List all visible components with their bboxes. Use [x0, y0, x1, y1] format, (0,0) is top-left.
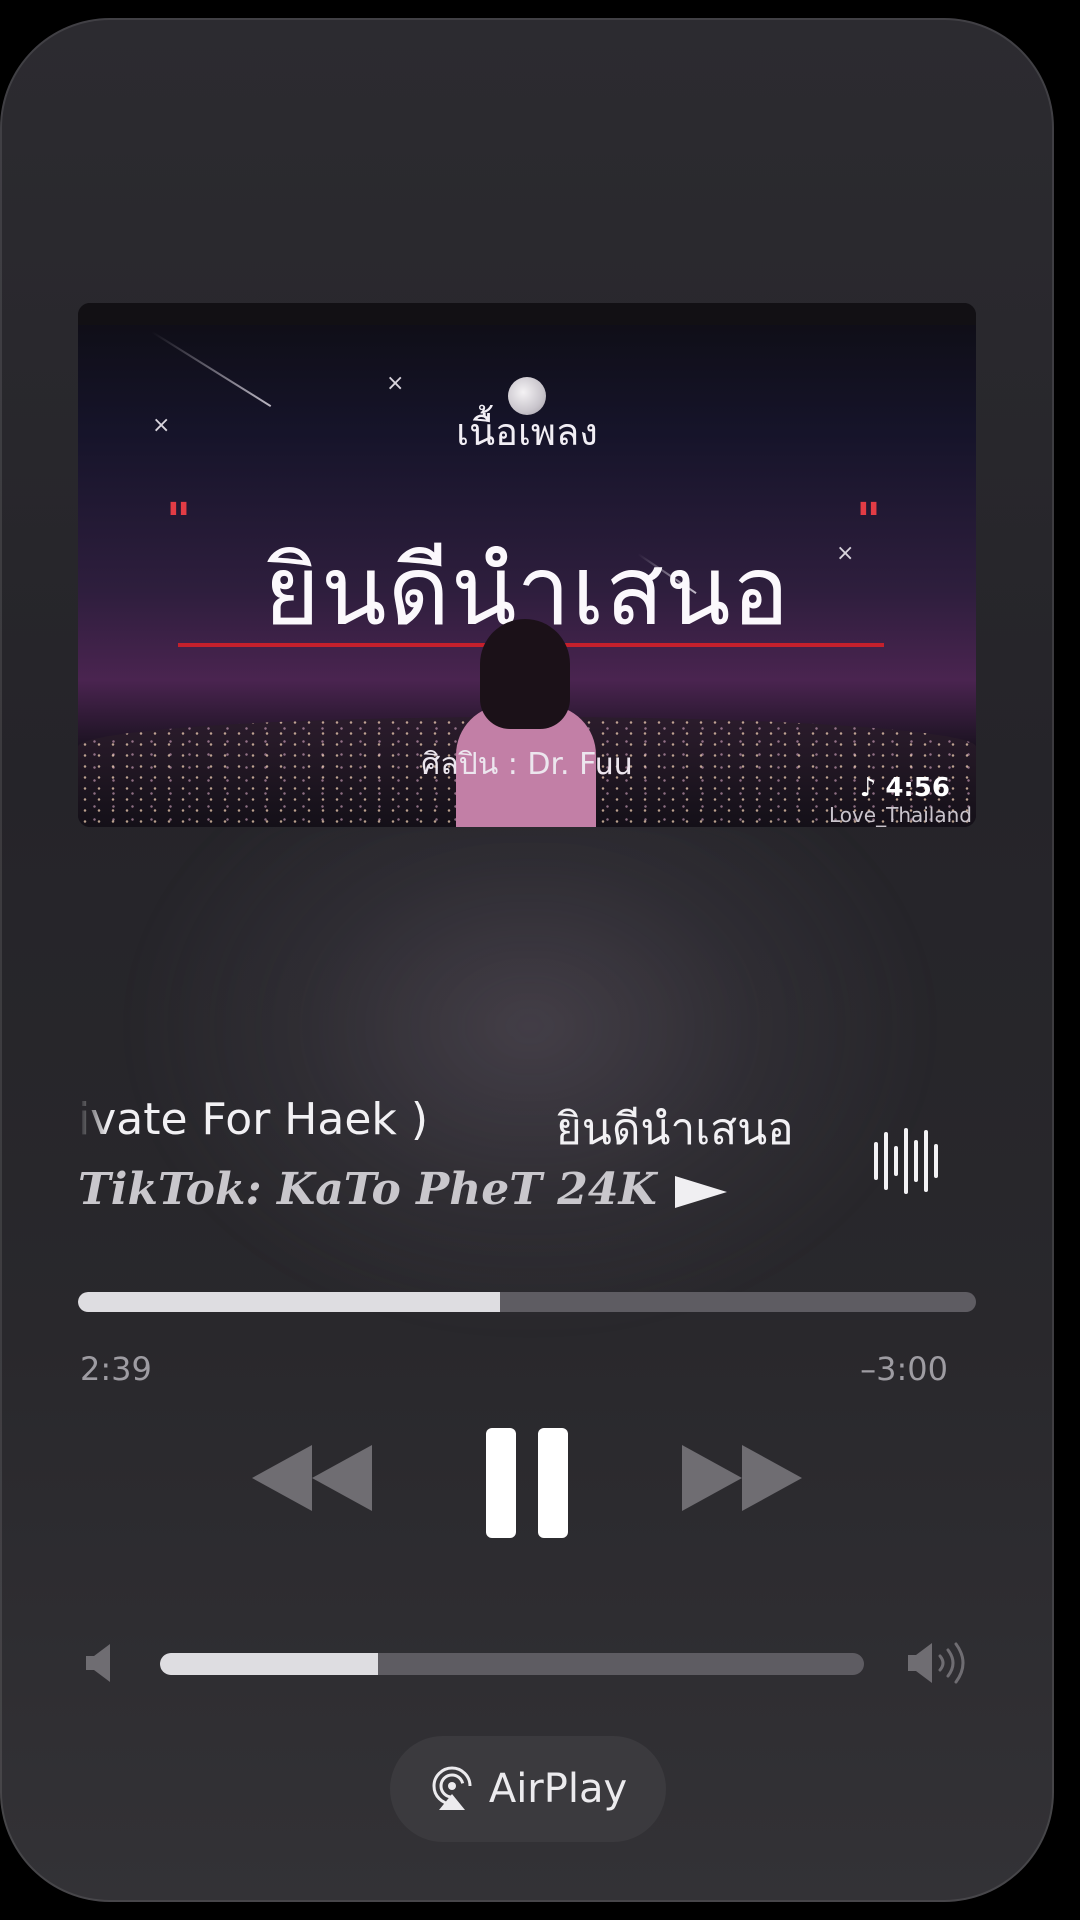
rewind-icon[interactable]	[250, 1443, 374, 1513]
artwork-watermark: Love_Thailand	[828, 803, 972, 827]
pause-icon[interactable]	[484, 1426, 570, 1540]
song-title-part-b: ยินดีนำเสนอ	[556, 1104, 794, 1150]
remaining-time: –3:00	[860, 1350, 948, 1388]
airplay-button[interactable]: AirPlay	[390, 1736, 666, 1842]
flag-icon	[674, 1176, 727, 1208]
album-artwork[interactable]: × × × เนื้อเพลง " " ยินดีนำเสนอ ศิลปิน :…	[78, 303, 976, 827]
artwork-top-bar	[78, 303, 976, 325]
playback-progress-slider[interactable]	[78, 1292, 976, 1312]
volume-fill	[160, 1653, 379, 1675]
airplay-icon	[432, 1766, 472, 1810]
background-glow	[120, 818, 940, 1338]
star: ×	[386, 371, 405, 396]
fast-forward-icon[interactable]	[680, 1443, 804, 1513]
speaker-high-icon	[908, 1642, 965, 1684]
song-title-marquee[interactable]: ivate For Haek ) ยินดีนำเสนอ	[78, 1094, 858, 1150]
airplay-label: AirPlay	[488, 1766, 628, 1812]
playback-progress-fill	[78, 1292, 501, 1312]
artwork-lyric-heading: เนื้อเพลง	[456, 410, 598, 454]
volume-slider[interactable]	[160, 1653, 864, 1675]
waveform-icon[interactable]	[872, 1126, 946, 1196]
now-playing-panel: × × × เนื้อเพลง " " ยินดีนำเสนอ ศิลปิน :…	[0, 18, 1054, 1902]
elapsed-time: 2:39	[80, 1350, 152, 1388]
song-artist[interactable]: TikTok: KaTo PheT 24K	[78, 1164, 727, 1215]
song-title-part-a: ivate For Haek )	[78, 1094, 429, 1145]
song-artist-label: TikTok: KaTo PheT 24K	[78, 1164, 657, 1215]
artwork-duration: ♪ 4:56	[859, 773, 950, 803]
shooting-star	[151, 331, 272, 408]
girl-hair	[480, 619, 570, 729]
speaker-low-icon	[86, 1644, 110, 1682]
artwork-artist-line: ศิลปิน : Dr. Fuu	[421, 747, 633, 782]
